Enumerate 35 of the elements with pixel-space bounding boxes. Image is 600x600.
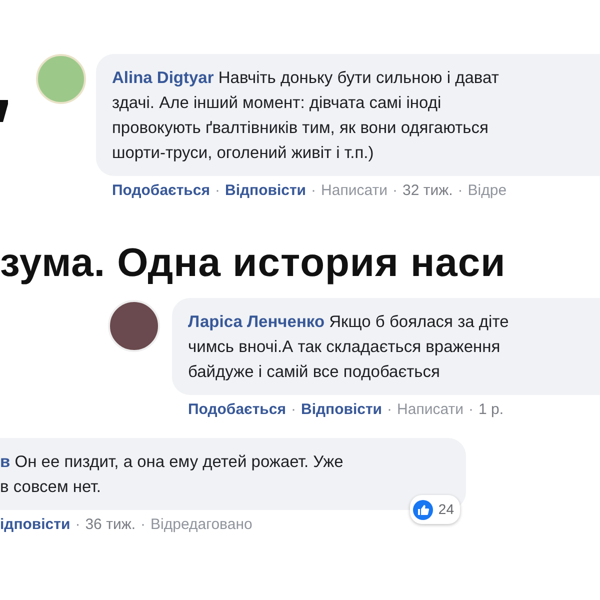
separator-dot: · (387, 401, 392, 418)
thumbs-up-icon (413, 500, 434, 520)
cropped-glyph-drawing (0, 100, 8, 122)
separator-dot: · (75, 516, 80, 533)
avatar[interactable] (108, 300, 160, 352)
separator-dot: · (140, 516, 146, 533)
comment-text: Alina Digtyar Навчіть доньку бути сильною і дават (112, 68, 500, 89)
action-link[interactable]: Подобається (112, 182, 210, 199)
timestamp: 36 тиж. (85, 516, 136, 533)
action-text: Відредаговано (150, 516, 252, 533)
comment-text: в совсем нет. (0, 477, 102, 498)
separator-dot: · (468, 401, 474, 418)
separator-dot: · (392, 182, 398, 199)
timestamp: 32 тиж. (402, 182, 453, 199)
action-link[interactable]: Відповісти (300, 401, 382, 418)
timestamp: 1 р. (478, 401, 504, 418)
action-text: Відре (468, 182, 507, 199)
comment-text: здачі. Але інший момент: дівчата самі іноді (112, 93, 442, 114)
action-text: Написати (321, 182, 388, 199)
action-link[interactable]: Відповісти (224, 182, 306, 199)
comment-text: провокують ґвалтівників тим, як вони одягаються (112, 118, 490, 139)
comment-text: Ларіса Ленченко Якщо б боялася за діте (188, 312, 510, 333)
separator-dot: · (458, 182, 463, 199)
comment-text: в Он ее пиздит, а она ему детей рожает. Уже (0, 452, 344, 473)
comment-text: байдуже і самій все подобається (188, 362, 441, 383)
comment-text: чимсь вночі.А так складається враження (188, 337, 502, 358)
like-count-badge[interactable]: 24 (410, 495, 460, 524)
action-link[interactable]: ідповісти (0, 516, 70, 533)
separator-dot: · (214, 182, 220, 199)
action-text: Написати (397, 401, 464, 418)
headline: зума. Одна история наси (0, 241, 507, 286)
separator-dot: · (290, 401, 296, 418)
separator-dot: · (311, 182, 316, 199)
comment-text: шорти-труси, оголений живіт і т.п.) (112, 143, 375, 164)
action-link[interactable]: Подобається (188, 401, 286, 418)
